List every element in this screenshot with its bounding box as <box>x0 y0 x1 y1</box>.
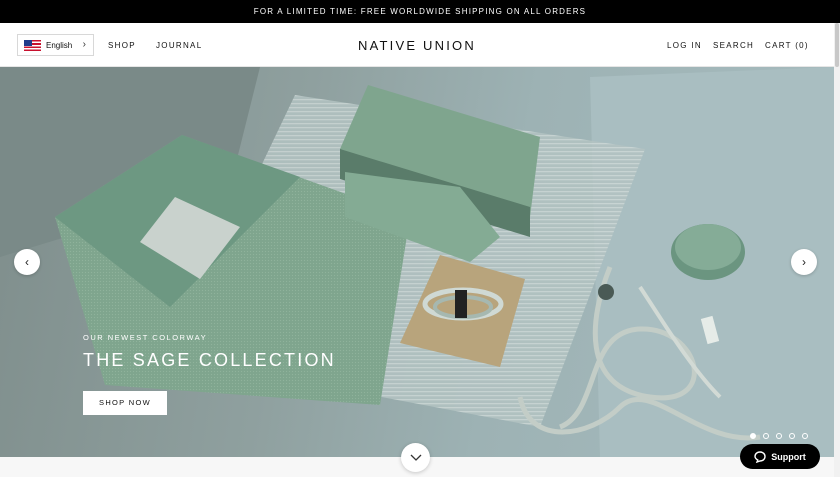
slide-dot-2[interactable] <box>763 433 769 439</box>
scrollbar-thumb[interactable] <box>835 23 839 67</box>
slide-dot-4[interactable] <box>789 433 795 439</box>
slide-dot-3[interactable] <box>776 433 782 439</box>
chevron-left-icon: ‹ <box>25 255 29 269</box>
hero-eyebrow: OUR NEWEST COLORWAY <box>83 333 208 342</box>
hero-headline: THE SAGE COLLECTION <box>83 350 336 370</box>
nav-login[interactable]: LOG IN <box>667 41 702 50</box>
chevron-down-icon <box>410 454 421 461</box>
logo-text: NATIVE UNION <box>358 38 476 53</box>
page-scrollbar[interactable] <box>834 23 840 477</box>
slide-indicators <box>750 433 808 439</box>
site-header: English › SHOP JOURNAL NATIVE UNION LOG … <box>0 23 840 67</box>
promo-bar: FOR A LIMITED TIME: FREE WORLDWIDE SHIPP… <box>0 0 840 23</box>
chevron-right-icon: › <box>802 255 806 269</box>
chat-bubble-icon <box>754 450 766 463</box>
scroll-down-button[interactable] <box>401 443 430 472</box>
slide-dot-1[interactable] <box>750 433 756 439</box>
prev-slide-button[interactable]: ‹ <box>14 249 40 275</box>
next-slide-button[interactable]: › <box>791 249 817 275</box>
support-button[interactable]: Support <box>740 444 820 469</box>
promo-text: FOR A LIMITED TIME: FREE WORLDWIDE SHIPP… <box>253 7 587 16</box>
hero-slideshow: ‹ › OUR NEWEST COLORWAY THE SAGE COLLECT… <box>0 67 834 457</box>
slide-dot-5[interactable] <box>802 433 808 439</box>
support-label: Support <box>771 451 806 462</box>
nav-cart[interactable]: CART (0) <box>765 41 809 50</box>
site-logo[interactable]: NATIVE UNION <box>0 38 834 53</box>
shop-now-button[interactable]: SHOP NOW <box>83 391 167 415</box>
nav-search[interactable]: SEARCH <box>713 41 754 50</box>
